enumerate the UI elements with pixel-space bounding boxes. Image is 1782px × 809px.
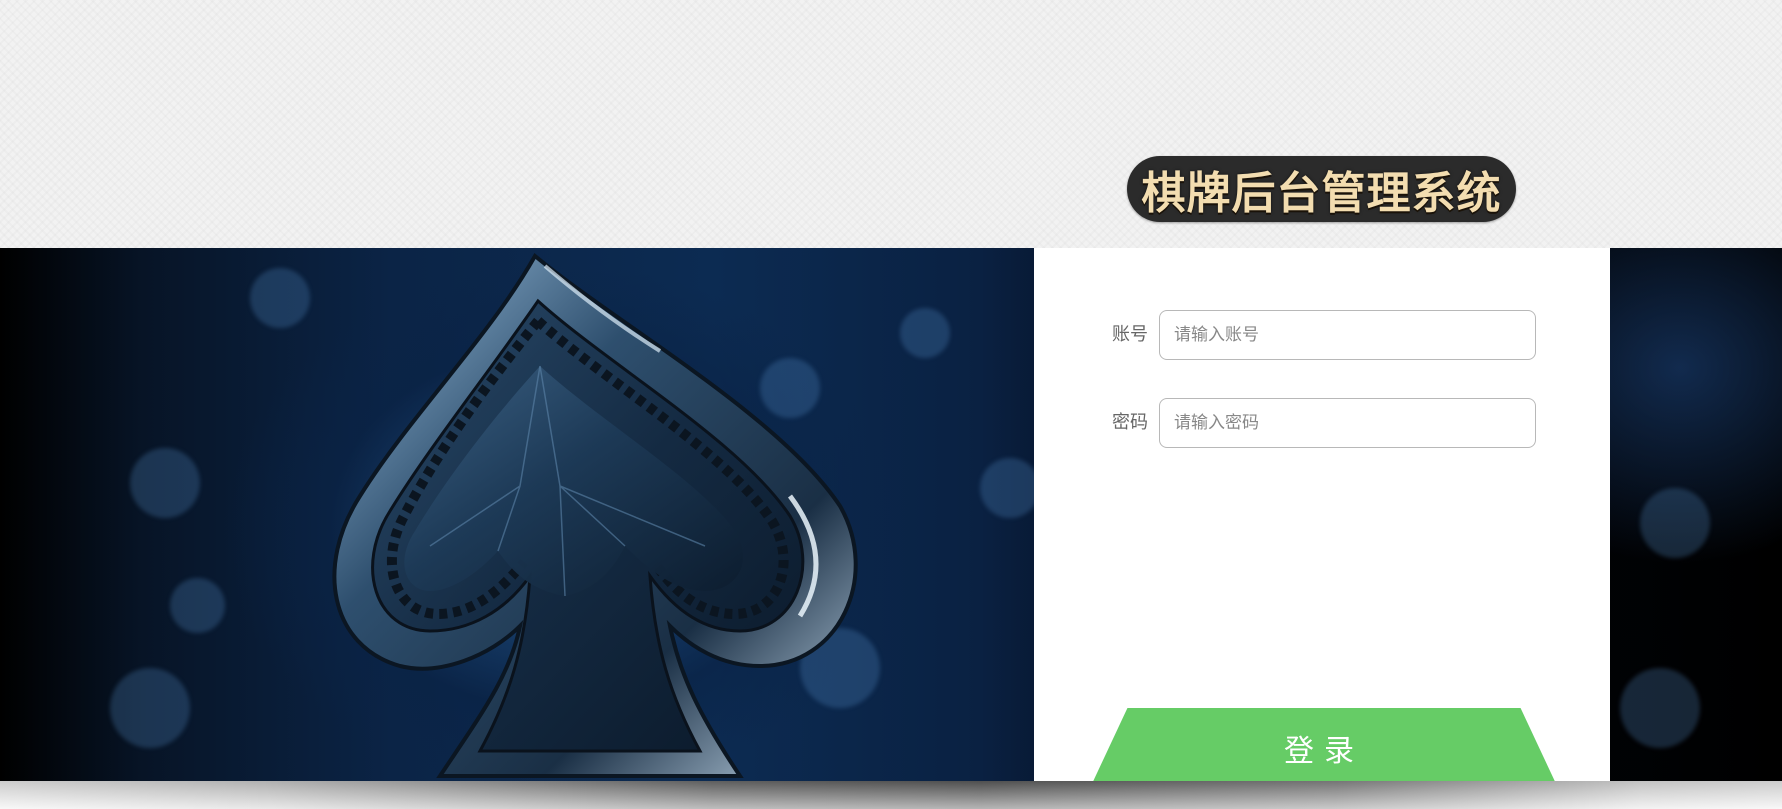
bokeh-light <box>170 578 225 633</box>
password-label: 密码 <box>1112 412 1148 433</box>
bokeh-light <box>130 448 200 518</box>
bokeh-light <box>110 668 190 748</box>
spade-icon <box>332 252 858 778</box>
bokeh-light <box>1620 668 1700 748</box>
login-button[interactable]: 登录 <box>1090 708 1558 781</box>
bottom-shadow-strip <box>0 781 1782 809</box>
account-row: 账号 <box>1034 310 1610 360</box>
bokeh-light <box>250 268 310 328</box>
bokeh-light <box>980 458 1040 518</box>
bokeh-light <box>900 308 950 358</box>
password-row: 密码 <box>1034 398 1610 448</box>
bokeh-light <box>1640 488 1710 558</box>
account-input[interactable] <box>1159 310 1536 360</box>
login-panel: 账号 密码 登录 <box>1034 248 1610 781</box>
account-label: 账号 <box>1112 324 1148 345</box>
password-input[interactable] <box>1159 398 1536 448</box>
page-title: 棋牌后台管理系统 <box>1141 168 1502 219</box>
title-badge: 棋牌后台管理系统 <box>1127 156 1516 222</box>
